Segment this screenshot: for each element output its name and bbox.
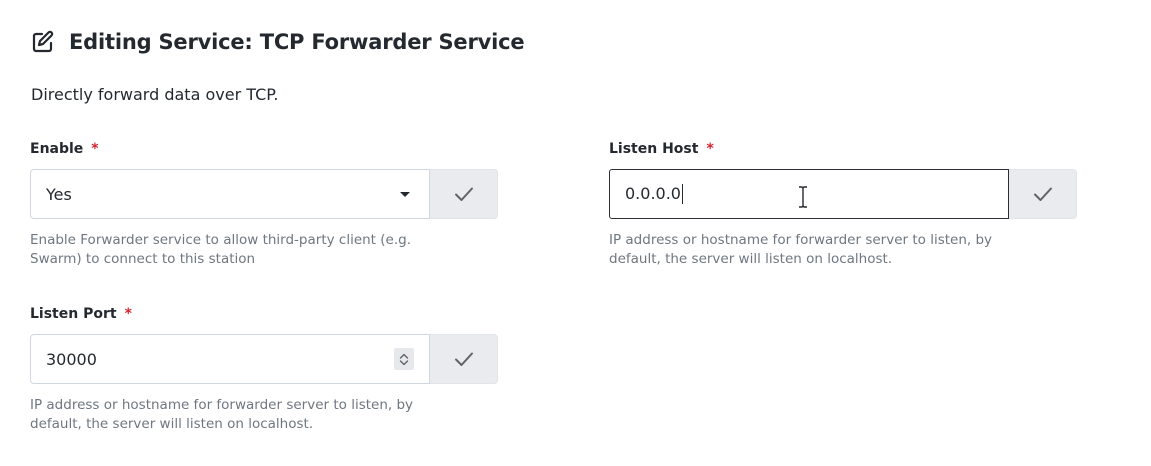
page-header: Editing Service: TCP Forwarder Service: [31, 30, 525, 54]
listen-host-control-row: 0.0.0.0: [609, 169, 1077, 219]
enable-control-row: Yes: [30, 169, 498, 219]
required-marker: *: [91, 141, 99, 157]
required-marker: *: [124, 306, 132, 322]
enable-apply-button[interactable]: [430, 169, 498, 219]
listen-host-field: Listen Host * 0.0.0.0 IP address or hostn…: [609, 139, 1077, 269]
service-editor-page: Editing Service: TCP Forwarder Service D…: [0, 0, 1151, 466]
caret-down-icon: [400, 191, 410, 197]
checkmark-icon: [454, 352, 473, 366]
enable-select-value: Yes: [46, 184, 72, 204]
number-stepper[interactable]: [394, 348, 414, 370]
chevron-down-icon[interactable]: [399, 359, 409, 366]
listen-host-input-value: 0.0.0.0: [625, 183, 683, 205]
service-description: Directly forward data over TCP.: [31, 85, 279, 104]
checkmark-icon: [454, 187, 473, 201]
chevron-up-icon[interactable]: [399, 353, 409, 359]
listen-port-field: Listen Port * 30000 IP address or hostnam…: [30, 304, 498, 434]
listen-port-control-row: 30000: [30, 334, 498, 384]
listen-port-help-text: IP address or hostname for forwarder ser…: [30, 397, 414, 432]
enable-field: Enable * Yes Enable Forwarder service to …: [30, 139, 498, 269]
listen-port-input-value: 30000: [46, 349, 97, 369]
listen-port-input[interactable]: 30000: [30, 334, 430, 384]
checkmark-icon: [1033, 187, 1052, 201]
listen-host-input[interactable]: 0.0.0.0: [609, 169, 1009, 219]
page-title: Editing Service: TCP Forwarder Service: [69, 30, 525, 54]
edit-icon: [31, 30, 55, 54]
required-marker: *: [706, 141, 714, 157]
listen-port-apply-button[interactable]: [430, 334, 498, 384]
listen-host-help-text: IP address or hostname for forwarder ser…: [609, 232, 993, 267]
enable-select[interactable]: Yes: [30, 169, 430, 219]
text-cursor: [681, 184, 683, 205]
enable-label: Enable *: [30, 141, 99, 157]
enable-help-text: Enable Forwarder service to allow third-…: [30, 232, 411, 267]
listen-port-label: Listen Port *: [30, 306, 132, 322]
ibeam-cursor-icon: [799, 186, 807, 208]
listen-host-apply-button[interactable]: [1009, 169, 1077, 219]
listen-host-label: Listen Host *: [609, 141, 714, 157]
